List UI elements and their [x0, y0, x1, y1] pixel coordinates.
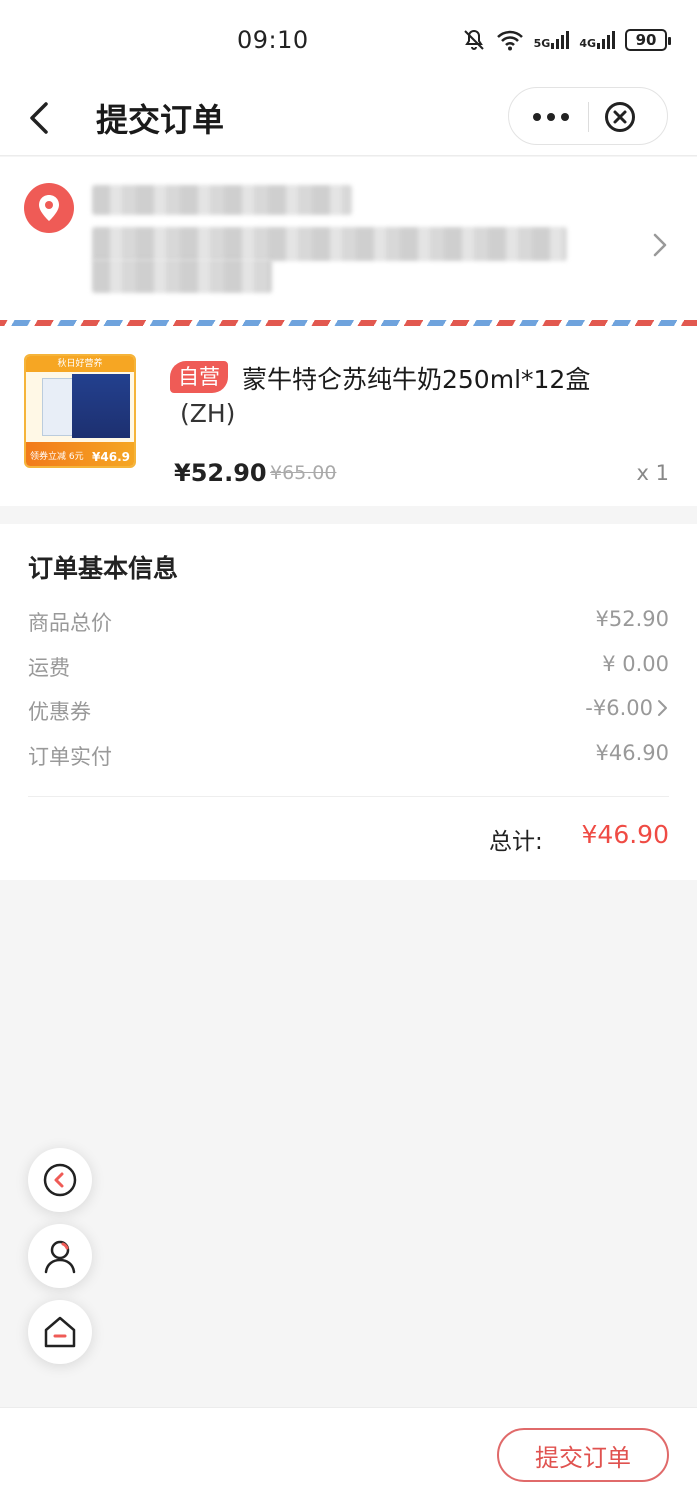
- fab-back-button[interactable]: [28, 1148, 92, 1212]
- order-info-title: 订单基本信息: [28, 554, 179, 583]
- product-image-price: ¥46.9: [92, 450, 130, 464]
- subtotal-label: 商品总价: [28, 611, 112, 635]
- product-box-small: [42, 378, 74, 436]
- fab-profile-button[interactable]: [28, 1224, 92, 1288]
- mini-program-capsule: [508, 87, 668, 145]
- submit-order-button[interactable]: 提交订单: [497, 1428, 669, 1482]
- signal-bars-icon: [597, 31, 615, 49]
- coupon-row-action[interactable]: -¥6.00: [585, 696, 669, 720]
- signal-bars-icon: [551, 31, 570, 49]
- address-line-blurred: [92, 227, 567, 261]
- self-operated-badge: 自营: [170, 361, 228, 393]
- divider: [28, 796, 669, 797]
- back-circle-icon: [43, 1163, 77, 1197]
- order-info-card: 订单基本信息 商品总价 ¥52.90 运费 ¥ 0.00 优惠券 -¥6.00 …: [0, 524, 697, 880]
- product-name: 蒙牛特仑苏纯牛奶250ml*12盒: [242, 365, 591, 394]
- product-quantity: x 1: [636, 461, 669, 485]
- shipping-label: 运费: [28, 656, 70, 680]
- user-icon: [44, 1240, 76, 1274]
- fab-home-button[interactable]: [28, 1300, 92, 1364]
- signal-5g: 5G: [534, 31, 570, 49]
- address-card[interactable]: [0, 157, 697, 322]
- coupon-value: -¥6.00: [585, 696, 653, 720]
- address-line2-blurred: [92, 259, 272, 293]
- status-icons: 5G 4G 90: [462, 28, 671, 52]
- chevron-right-icon: [658, 700, 667, 716]
- product-price: ¥52.90: [174, 459, 267, 487]
- bottom-bar: 提交订单: [0, 1407, 697, 1500]
- page: 09:10 5G 4G 90 提交订单 秋日好营养 领券立减 6元 ¥46.9 …: [0, 0, 697, 1500]
- product-card: 秋日好营养 领券立减 6元 ¥46.9 自营 蒙牛特仑苏纯牛奶250ml*12盒…: [0, 326, 697, 506]
- nav-bar: 提交订单: [0, 80, 697, 156]
- battery-indicator: 90: [625, 29, 671, 51]
- total-value: ¥46.90: [581, 820, 669, 849]
- location-pin-icon: [24, 183, 74, 233]
- chevron-right-icon: [653, 233, 667, 257]
- wifi-icon: [496, 30, 523, 51]
- signal-4g: 4G: [579, 31, 615, 49]
- address-name-blurred: [92, 185, 352, 215]
- product-image: 秋日好营养 领券立减 6元 ¥46.9: [24, 354, 136, 468]
- more-dots-icon[interactable]: [531, 106, 571, 128]
- total-label: 总计:: [489, 829, 543, 855]
- capsule-divider: [588, 102, 589, 132]
- paid-value: ¥46.90: [595, 741, 669, 765]
- status-time: 09:10: [237, 26, 309, 54]
- coupon-label: 优惠券: [28, 700, 91, 724]
- signal-5g-label: 5G: [533, 37, 551, 50]
- product-box-large: [72, 374, 130, 438]
- mute-bell-icon: [463, 29, 484, 50]
- subtotal-value: ¥52.90: [595, 607, 669, 631]
- back-arrow-icon[interactable]: [24, 98, 56, 138]
- close-circle-icon[interactable]: [604, 101, 636, 133]
- product-original-price: ¥65.00: [270, 462, 337, 484]
- product-image-promo: 领券立减 6元: [30, 452, 84, 462]
- shipping-value: ¥ 0.00: [602, 652, 669, 676]
- product-image-banner: 秋日好营养: [26, 356, 134, 372]
- home-icon: [44, 1316, 76, 1348]
- product-subtitle: (ZH): [180, 399, 236, 428]
- signal-4g-label: 4G: [579, 37, 596, 50]
- status-bar: 09:10 5G 4G 90: [0, 0, 697, 80]
- paid-label: 订单实付: [28, 745, 112, 769]
- page-title: 提交订单: [96, 101, 225, 139]
